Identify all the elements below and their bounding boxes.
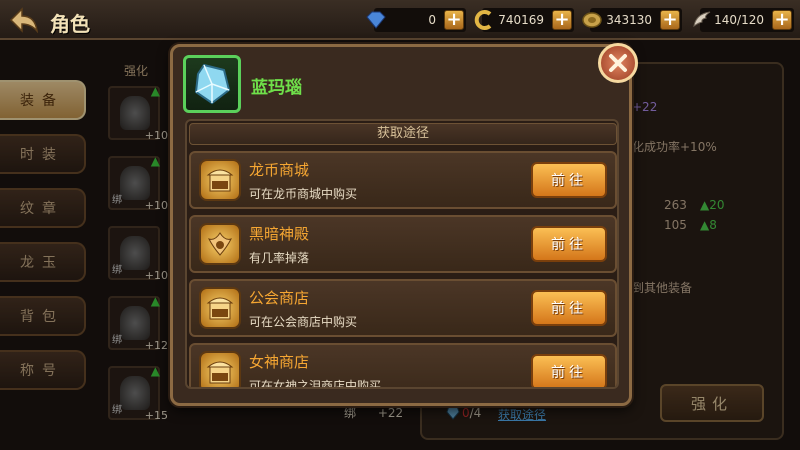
stamina-count: 140/120 bbox=[714, 13, 764, 27]
add-gold-button[interactable]: + bbox=[552, 10, 572, 30]
coin-c-icon bbox=[474, 10, 492, 30]
add-diamond-button[interactable]: + bbox=[444, 10, 464, 30]
top-bar: 角色 0 + 740169 + 343130 + 140/120 + bbox=[0, 0, 800, 40]
source-title: 公会商店 bbox=[249, 289, 310, 307]
acquire-source-popup: 蓝玛瑙 获取途径 龙币商城 可在龙币商城中购买 前往 黑暗神殿 有几率掉落 前往… bbox=[170, 43, 638, 406]
dragon-coin-count: 343130 bbox=[606, 13, 652, 27]
source-title: 龙币商城 bbox=[249, 161, 310, 179]
source-list: 龙币商城 可在龙币商城中购买 前往 黑暗神殿 有几率掉落 前往 公会商店 可在公… bbox=[189, 151, 617, 389]
close-button[interactable] bbox=[598, 43, 638, 83]
gold-count: 740169 bbox=[498, 13, 544, 27]
go-button[interactable]: 前往 bbox=[531, 354, 607, 387]
diamond-resource: 0 + bbox=[366, 8, 466, 32]
go-button[interactable]: 前往 bbox=[531, 162, 607, 198]
go-button[interactable]: 前往 bbox=[531, 290, 607, 326]
add-stamina-button[interactable]: + bbox=[772, 10, 792, 30]
source-panel[interactable]: 获取途径 龙币商城 可在龙币商城中购买 前往 黑暗神殿 有几率掉落 前往 公会商… bbox=[185, 119, 619, 389]
source-title: 女神商店 bbox=[249, 353, 310, 371]
dark-temple-icon bbox=[199, 223, 241, 265]
go-button[interactable]: 前往 bbox=[531, 226, 607, 262]
source-desc: 可在女神之泪商店中购买 bbox=[249, 379, 382, 389]
shop-icon bbox=[199, 351, 241, 387]
wing-icon bbox=[693, 11, 711, 28]
source-desc: 可在公会商店中购买 bbox=[249, 315, 358, 329]
back-button[interactable] bbox=[6, 4, 42, 36]
page-title: 角色 bbox=[50, 12, 90, 36]
source-desc: 可在龙币商城中购买 bbox=[249, 187, 358, 201]
shop-icon bbox=[199, 287, 241, 329]
back-arrow-icon bbox=[9, 7, 39, 33]
close-icon bbox=[609, 54, 627, 72]
dragon-coin-icon bbox=[582, 12, 602, 28]
source-title: 黑暗神殿 bbox=[249, 225, 310, 243]
diamond-icon bbox=[366, 11, 386, 29]
section-title: 获取途径 bbox=[189, 123, 617, 145]
source-item: 龙币商城 可在龙币商城中购买 前往 bbox=[189, 151, 617, 209]
source-item: 黑暗神殿 有几率掉落 前往 bbox=[189, 215, 617, 273]
add-dragon-coin-button[interactable]: + bbox=[660, 10, 680, 30]
gold-resource: 740169 + bbox=[474, 8, 574, 32]
shop-icon bbox=[199, 159, 241, 201]
source-item: 公会商店 可在公会商店中购买 前往 bbox=[189, 279, 617, 337]
source-item: 女神商店 可在女神之泪商店中购买 前往 bbox=[189, 343, 617, 389]
item-icon-frame bbox=[183, 55, 241, 113]
item-name: 蓝玛瑙 bbox=[251, 78, 302, 98]
stamina-resource: 140/120 + bbox=[693, 8, 794, 32]
source-desc: 有几率掉落 bbox=[249, 251, 310, 265]
dragon-coin-resource: 343130 + bbox=[582, 8, 682, 32]
blue-agate-icon bbox=[194, 63, 231, 105]
diamond-count: 0 bbox=[428, 13, 436, 27]
